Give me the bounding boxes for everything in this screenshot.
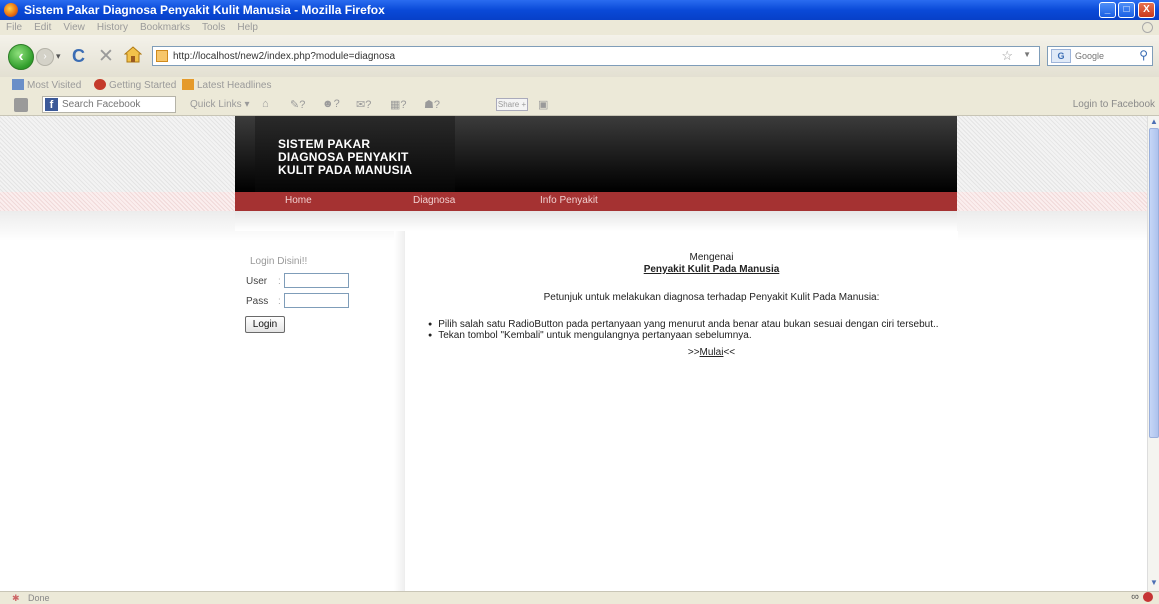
user-colon: : xyxy=(278,276,281,287)
login-heading: Login Disini!! xyxy=(250,256,308,267)
instruction-item: Pilih salah satu RadioButton pada pertan… xyxy=(428,319,938,330)
maximize-button[interactable]: □ xyxy=(1118,2,1135,18)
content-divider xyxy=(394,231,404,591)
pass-label: Pass xyxy=(246,296,269,307)
content-heading: Mengenai xyxy=(689,252,734,263)
content-panel xyxy=(404,231,958,591)
stop-icon[interactable]: ✕ xyxy=(98,45,114,68)
facebook-toolbar: f Quick Links ▾ ⌂ ✎? ☻? ✉? ▦? ☗? Share +… xyxy=(0,94,1159,116)
site-nav-menu: Home Diagnosa Info Penyakit xyxy=(235,192,957,211)
status-bar: ✱ Done ∞ xyxy=(0,591,1159,604)
bookmark-star-icon[interactable]: ☆ xyxy=(1001,48,1013,64)
menu-file[interactable]: File xyxy=(6,20,22,35)
pass-colon: : xyxy=(278,296,281,307)
firefox-logo-icon xyxy=(4,3,18,17)
url-bar[interactable]: ☆ ▼ xyxy=(152,46,1040,66)
navigation-toolbar: ‹ › ▾ C ✕ ☆ ▼ G ⚲ xyxy=(0,35,1159,77)
user-label: User xyxy=(246,276,268,287)
history-dropdown-icon[interactable]: ▾ xyxy=(56,51,61,62)
instruction-list: Pilih salah satu RadioButton pada pertan… xyxy=(428,319,939,341)
facebook-icon: f xyxy=(45,98,58,111)
menu-history[interactable]: History xyxy=(97,20,128,35)
bookmark-latest-headlines[interactable]: Latest Headlines xyxy=(182,79,272,92)
status-text: Done xyxy=(28,593,50,603)
fb-groups-icon[interactable]: ☗? xyxy=(424,98,440,111)
search-icon[interactable]: ⚲ xyxy=(1139,48,1148,62)
login-button[interactable]: Login xyxy=(245,316,285,333)
forward-button[interactable]: › xyxy=(36,48,54,66)
home-icon[interactable] xyxy=(124,46,142,63)
menu-bookmarks[interactable]: Bookmarks xyxy=(140,20,190,35)
content-intro: Petunjuk untuk melakukan diagnosa terhad… xyxy=(543,292,880,303)
window-title: Sistem Pakar Diagnosa Penyakit Kulit Man… xyxy=(24,3,385,17)
nav-info-penyakit[interactable]: Info Penyakit xyxy=(540,195,598,206)
close-button[interactable]: X xyxy=(1138,2,1155,18)
search-bar[interactable]: G ⚲ xyxy=(1047,46,1153,66)
instruction-item: Tekan tombol "Kembali" untuk mengulangny… xyxy=(428,330,939,341)
toolbar-menu-icon[interactable] xyxy=(14,98,28,112)
nav-home[interactable]: Home xyxy=(285,195,312,206)
minimize-button[interactable]: _ xyxy=(1099,2,1116,18)
page-viewport: SISTEM PAKAR DIAGNOSA PENYAKIT KULIT PAD… xyxy=(0,116,1147,591)
bookmarks-toolbar: Most Visited Getting Started Latest Head… xyxy=(0,77,1159,94)
url-input[interactable] xyxy=(173,48,773,64)
start-link[interactable]: Mulai xyxy=(700,347,724,358)
menubar: File Edit View History Bookmarks Tools Help xyxy=(0,20,1159,35)
url-dropdown-icon[interactable]: ▼ xyxy=(1023,50,1031,59)
search-input[interactable] xyxy=(1075,48,1133,64)
status-icon: ✱ xyxy=(12,593,20,603)
search-engine-icon[interactable]: G xyxy=(1051,49,1071,63)
facebook-search-input[interactable] xyxy=(62,98,172,111)
site-favicon-icon xyxy=(156,50,168,62)
addon-shield-icon[interactable] xyxy=(1143,592,1153,602)
fb-events-icon[interactable]: ▦? xyxy=(390,98,407,111)
addon-infinity-icon[interactable]: ∞ xyxy=(1131,591,1139,603)
bookmark-most-visited[interactable]: Most Visited xyxy=(12,79,81,92)
menu-help[interactable]: Help xyxy=(237,20,258,35)
scrollbar-thumb[interactable] xyxy=(1149,128,1159,438)
reload-icon[interactable]: C xyxy=(72,46,85,67)
scroll-up-icon[interactable]: ▲ xyxy=(1149,117,1159,127)
share-button[interactable]: Share + xyxy=(496,98,528,111)
back-button[interactable]: ‹ xyxy=(8,44,34,70)
menu-tools[interactable]: Tools xyxy=(202,20,225,35)
fb-photos-icon[interactable]: ▣ xyxy=(538,98,548,111)
facebook-search[interactable]: f xyxy=(42,96,176,113)
site-title: SISTEM PAKAR DIAGNOSA PENYAKIT KULIT PAD… xyxy=(278,137,413,177)
nav-shadow xyxy=(235,211,957,231)
start-line: >>Mulai<< xyxy=(687,347,736,358)
vertical-scrollbar[interactable]: ▲ ▼ xyxy=(1147,116,1159,591)
menu-view[interactable]: View xyxy=(63,20,85,35)
quick-links-menu[interactable]: Quick Links ▾ xyxy=(190,99,250,110)
nav-diagnosa[interactable]: Diagnosa xyxy=(413,195,455,206)
site-header: SISTEM PAKAR DIAGNOSA PENYAKIT KULIT PAD… xyxy=(235,116,957,192)
login-to-facebook-link[interactable]: Login to Facebook xyxy=(1073,99,1155,110)
scroll-down-icon[interactable]: ▼ xyxy=(1149,578,1159,588)
fb-pokes-icon[interactable]: ✎? xyxy=(290,98,305,111)
fb-home-icon[interactable]: ⌂ xyxy=(262,98,269,110)
fb-friends-icon[interactable]: ☻? xyxy=(322,98,340,110)
fb-messages-icon[interactable]: ✉? xyxy=(356,98,371,111)
menu-edit[interactable]: Edit xyxy=(34,20,51,35)
user-input[interactable] xyxy=(284,273,349,288)
bookmark-getting-started[interactable]: Getting Started xyxy=(94,79,176,92)
window-titlebar: Sistem Pakar Diagnosa Penyakit Kulit Man… xyxy=(0,0,1159,20)
content-subheading: Penyakit Kulit Pada Manusia xyxy=(643,264,780,275)
pass-input[interactable] xyxy=(284,293,349,308)
activity-throbber-icon xyxy=(1142,22,1153,33)
